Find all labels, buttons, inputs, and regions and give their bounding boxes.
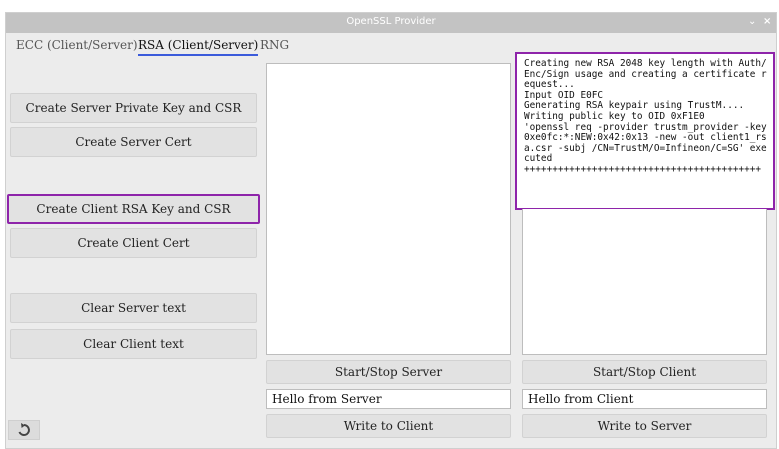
reset-icon — [18, 423, 30, 436]
server-log-textarea[interactable] — [266, 63, 511, 355]
write-to-client-button[interactable]: Write to Client — [266, 414, 511, 438]
client-log-textarea-lower — [522, 209, 767, 355]
tab-ecc[interactable]: ECC (Client/Server) — [16, 38, 138, 52]
client-log-text: Creating new RSA 2048 key length with Au… — [524, 58, 767, 175]
write-to-server-button[interactable]: Write to Server — [522, 414, 767, 438]
clear-client-text-button[interactable]: Clear Client text — [10, 329, 257, 359]
close-icon[interactable]: × — [763, 16, 771, 28]
create-client-key-button[interactable]: Create Client RSA Key and CSR — [7, 194, 260, 224]
reset-button[interactable] — [8, 420, 40, 440]
server-message-input[interactable] — [266, 389, 511, 409]
create-server-key-button[interactable]: Create Server Private Key and CSR — [10, 93, 257, 123]
create-client-cert-button[interactable]: Create Client Cert — [10, 228, 257, 258]
create-server-cert-button[interactable]: Create Server Cert — [10, 127, 257, 157]
start-stop-client-button[interactable]: Start/Stop Client — [522, 360, 767, 384]
tab-rng[interactable]: RNG — [260, 38, 289, 52]
title-bar[interactable]: OpenSSL Provider ⌄ × — [6, 13, 776, 33]
start-stop-server-button[interactable]: Start/Stop Server — [266, 360, 511, 384]
clear-server-text-button[interactable]: Clear Server text — [10, 293, 257, 323]
window-title: OpenSSL Provider — [346, 16, 436, 27]
app-window: OpenSSL Provider ⌄ × ECC (Client/Server)… — [5, 12, 777, 449]
tab-rsa[interactable]: RSA (Client/Server) — [138, 38, 259, 56]
client-log-textarea[interactable]: Creating new RSA 2048 key length with Au… — [515, 52, 775, 210]
minimize-icon[interactable]: ⌄ — [748, 16, 756, 28]
client-message-input[interactable] — [522, 389, 767, 409]
